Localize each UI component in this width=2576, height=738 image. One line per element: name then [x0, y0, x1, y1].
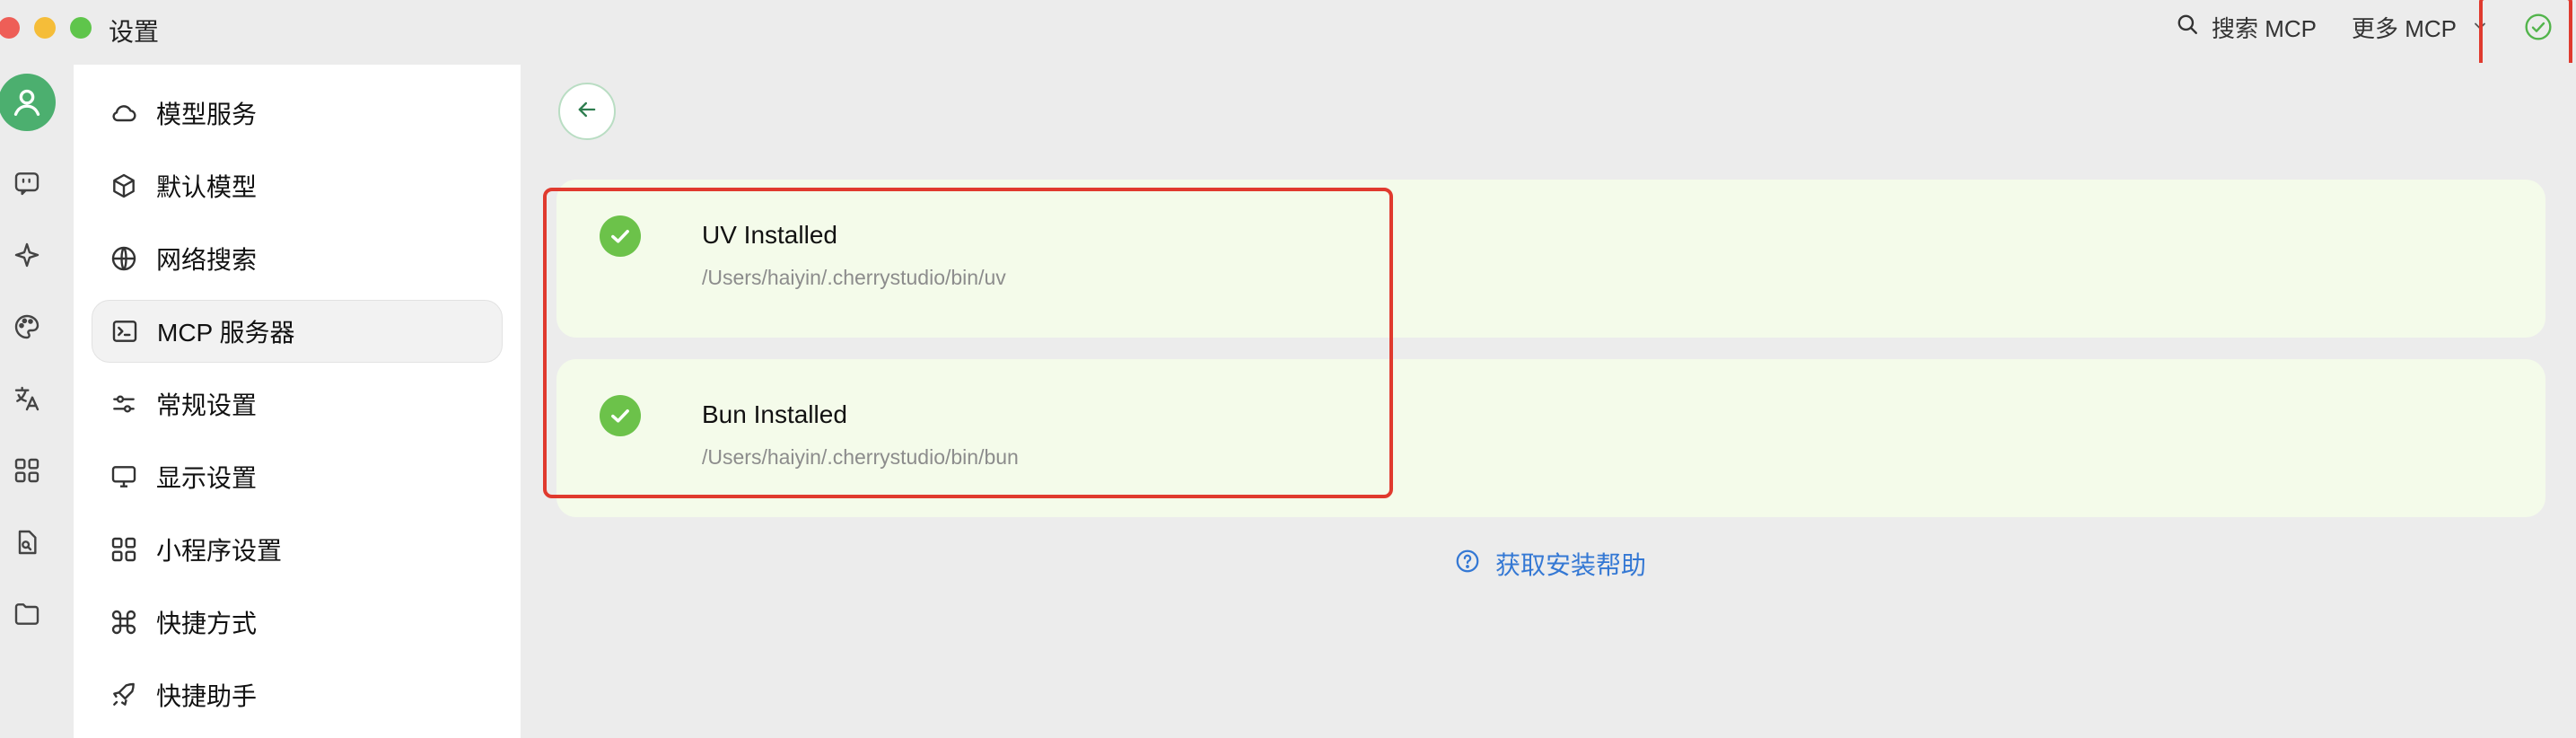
- command-icon: [108, 606, 140, 638]
- install-help-label: 获取安装帮助: [1495, 551, 1647, 579]
- menu-item-label: 显示设置: [156, 464, 258, 492]
- search-mcp-label: 搜索 MCP: [2212, 14, 2318, 42]
- title-bar: 设置 搜索 MCP 更多 MCP: [0, 0, 2576, 68]
- rocket-icon: [108, 679, 140, 711]
- search-icon: [2176, 13, 2199, 42]
- user-avatar-icon[interactable]: [0, 74, 56, 131]
- menu-item-web-search[interactable]: 网络搜索: [92, 227, 503, 290]
- menu-item-miniapp-settings[interactable]: 小程序设置: [92, 518, 503, 581]
- menu-item-label: 常规设置: [156, 391, 258, 419]
- sliders-icon: [108, 388, 140, 420]
- menu-item-label: 快捷方式: [156, 610, 258, 637]
- minimize-window-button[interactable]: [34, 17, 56, 39]
- menu-item-display-settings[interactable]: 显示设置: [92, 445, 503, 508]
- more-mcp-label: 更多 MCP: [2352, 14, 2458, 42]
- translate-icon[interactable]: [11, 382, 43, 415]
- grid-icon: [108, 533, 140, 566]
- highlight-box-status: [2479, 0, 2572, 68]
- help-circle-icon: [1454, 548, 1481, 581]
- menu-item-quick-assistant[interactable]: 快捷助手: [92, 663, 503, 726]
- menu-item-model-service[interactable]: 模型服务: [92, 82, 503, 145]
- highlight-box-install-status: [543, 188, 1393, 498]
- menu-item-default-model[interactable]: 默认模型: [92, 154, 503, 217]
- file-search-icon[interactable]: [11, 526, 43, 558]
- palette-icon[interactable]: [11, 311, 43, 343]
- close-window-button[interactable]: [0, 17, 20, 39]
- terminal-icon: [109, 315, 141, 347]
- apps-grid-icon[interactable]: [11, 454, 43, 487]
- search-mcp-button[interactable]: 搜索 MCP: [2176, 11, 2317, 43]
- folder-icon[interactable]: [11, 598, 43, 630]
- window-title: 设置: [109, 18, 160, 46]
- install-help-link[interactable]: 获取安装帮助: [1454, 546, 1646, 582]
- icon-rail: [0, 63, 72, 738]
- zoom-window-button[interactable]: [70, 17, 92, 39]
- menu-item-label: 小程序设置: [156, 537, 283, 565]
- cube-icon: [108, 170, 140, 202]
- chat-icon[interactable]: [11, 167, 43, 199]
- menu-item-label: MCP 服务器: [157, 319, 295, 347]
- globe-icon: [108, 242, 140, 275]
- monitor-icon: [108, 461, 140, 493]
- arrow-left-icon: [574, 97, 600, 127]
- menu-item-label: 默认模型: [156, 173, 258, 201]
- cloud-icon: [108, 97, 140, 129]
- menu-item-label: 网络搜索: [156, 246, 258, 274]
- menu-item-general-settings[interactable]: 常规设置: [92, 373, 503, 435]
- sparkle-icon[interactable]: [11, 239, 43, 271]
- menu-item-label: 模型服务: [156, 101, 258, 128]
- back-button[interactable]: [558, 83, 616, 140]
- menu-item-shortcuts[interactable]: 快捷方式: [92, 591, 503, 654]
- settings-menu: 模型服务 默认模型 网络搜索 MCP 服务器 常规设置 显示设置 小程序设置 快…: [74, 65, 521, 738]
- menu-item-mcp-servers[interactable]: MCP 服务器: [92, 300, 503, 363]
- more-mcp-dropdown[interactable]: 更多 MCP: [2352, 11, 2489, 43]
- menu-item-label: 快捷助手: [156, 682, 258, 710]
